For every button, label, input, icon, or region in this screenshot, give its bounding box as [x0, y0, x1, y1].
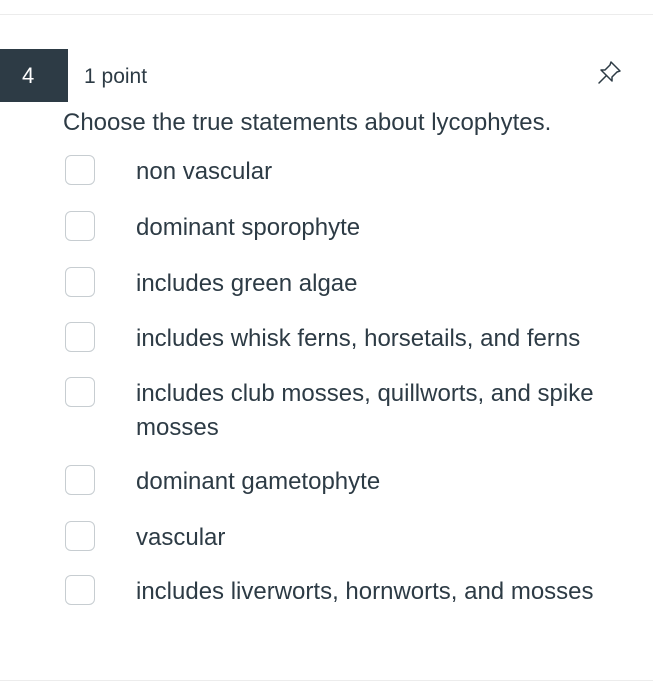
answer-checkbox[interactable]: [65, 465, 95, 495]
pin-question-button[interactable]: [594, 58, 624, 88]
answer-checkbox[interactable]: [65, 211, 95, 241]
top-divider: [0, 14, 653, 15]
answer-label[interactable]: includes whisk ferns, horsetails, and fe…: [136, 322, 636, 356]
answer-label[interactable]: vascular: [136, 521, 636, 555]
answer-label[interactable]: includes liverworts, hornworts, and moss…: [136, 575, 636, 609]
answer-checkbox[interactable]: [65, 155, 95, 185]
answer-label[interactable]: dominant gametophyte: [136, 465, 636, 499]
question-number-badge: 4: [0, 49, 68, 102]
pin-icon: [598, 61, 621, 84]
answer-checkbox[interactable]: [65, 267, 95, 297]
question-points: 1 point: [84, 65, 148, 88]
answer-label[interactable]: non vascular: [136, 155, 636, 189]
answer-label[interactable]: dominant sporophyte: [136, 211, 636, 245]
answer-label[interactable]: includes green algae: [136, 267, 636, 301]
answer-checkbox[interactable]: [65, 322, 95, 352]
question-text: Choose the true statements about lycophy…: [63, 109, 552, 136]
answer-label[interactable]: includes club mosses, quillworts, and sp…: [136, 377, 636, 445]
answer-checkbox[interactable]: [65, 575, 95, 605]
bottom-divider: [0, 680, 653, 681]
answer-checkbox[interactable]: [65, 521, 95, 551]
answer-checkbox[interactable]: [65, 377, 95, 407]
